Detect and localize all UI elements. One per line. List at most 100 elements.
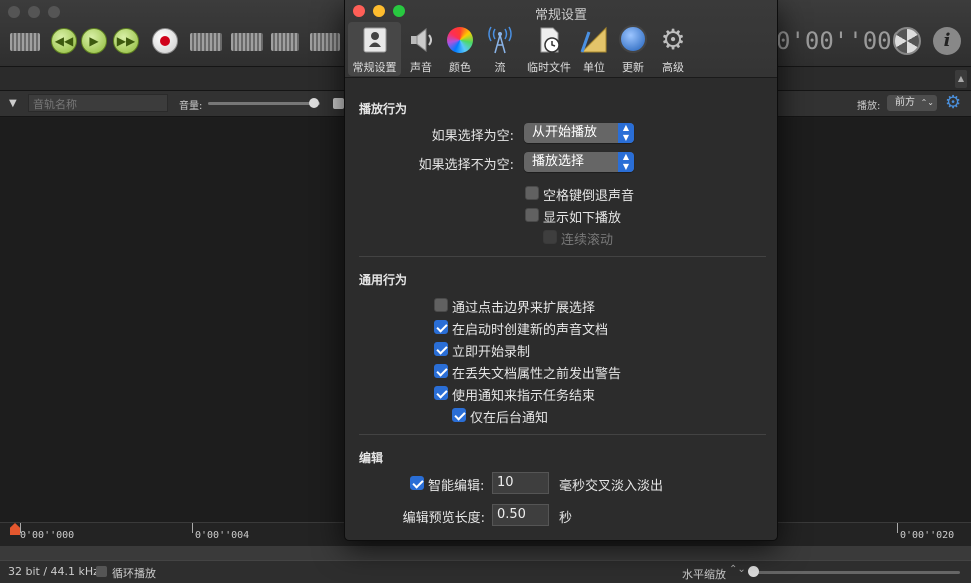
space-rewind-label: 空格键倒退声音 [543, 189, 635, 204]
close-window-button[interactable] [8, 6, 20, 18]
disclosure-triangle-icon[interactable]: ▼ [9, 98, 17, 109]
empty-selection-value: 从开始播放 [532, 125, 598, 140]
tab-label: 颜色 [449, 61, 471, 74]
tab-label: 高级 [662, 61, 684, 74]
fade-tool-icon[interactable] [271, 33, 299, 51]
record-immediately-label: 立即开始录制 [452, 345, 531, 360]
playback-select[interactable]: 前方 ⌃⌄ [887, 95, 937, 111]
dialog-title: 常规设置 [534, 8, 587, 23]
general-settings-dialog: 常规设置 常规设置 声音 颜色 流 临时文件 单位 更新 ⚙ 高级 播放行为 如… [344, 0, 778, 541]
zoom-window-button[interactable] [48, 6, 60, 18]
smart-edit-ms-input[interactable]: 10 [492, 472, 549, 494]
volume-slider[interactable] [208, 102, 320, 105]
continuous-scroll-checkbox[interactable] [543, 230, 557, 244]
speaker-icon [411, 27, 432, 53]
track-settings-gear-icon[interactable]: ⚙ [945, 92, 961, 113]
tab-units[interactable]: 单位 [577, 22, 611, 76]
document-clock-icon [540, 27, 560, 53]
show-playback-checkbox[interactable] [525, 208, 539, 222]
color-wheel-icon [447, 27, 473, 53]
ruler-tick [897, 523, 898, 533]
minimize-window-button[interactable] [28, 6, 40, 18]
popup-arrows-icon: ▲ ▼ [618, 152, 634, 172]
empty-selection-label: 如果选择为空: [431, 129, 514, 144]
record-immediately-checkbox[interactable] [434, 342, 448, 356]
smart-edit-label: 智能编辑: [428, 479, 485, 494]
notify-task-end-checkbox[interactable] [434, 386, 448, 400]
marker-tool-icon[interactable] [310, 33, 340, 51]
preview-length-unit: 秒 [559, 511, 573, 526]
playback-value: 前方 [895, 97, 915, 108]
extend-selection-checkbox[interactable] [434, 298, 448, 312]
radiation-icon[interactable] [893, 27, 921, 55]
tab-label: 更新 [622, 61, 644, 74]
warn-lost-props-checkbox[interactable] [434, 364, 448, 378]
notify-task-end-label: 使用通知来指示任务结束 [452, 389, 596, 404]
horizontal-zoom-slider[interactable] [750, 571, 960, 574]
dialog-toolbar: 常规设置 常规设置 声音 颜色 流 临时文件 单位 更新 ⚙ 高级 [345, 0, 777, 78]
tab-label: 临时文件 [527, 61, 571, 74]
smart-edit-checkbox[interactable] [410, 476, 424, 490]
rewind-button[interactable]: ◀◀ [51, 28, 77, 54]
section-playback-title: 播放行为 [359, 102, 408, 116]
smart-edit-unit: 毫秒交叉淡入淡出 [559, 479, 664, 494]
section-editing-title: 编辑 [359, 451, 384, 465]
ruler-tick [192, 523, 193, 533]
waveform-tool-icon[interactable] [190, 33, 222, 51]
popup-arrows-icon: ▲ ▼ [618, 123, 634, 143]
tab-sound[interactable]: 声音 [404, 22, 438, 76]
light-switch-icon [363, 27, 386, 53]
scroll-up-icon[interactable]: ▲ [955, 70, 967, 88]
horizontal-zoom-label: 水平缩放 [682, 568, 726, 581]
tab-label: 流 [494, 61, 506, 74]
zoom-slider-knob[interactable] [748, 566, 759, 577]
new-doc-on-launch-checkbox[interactable] [434, 320, 448, 334]
selection-tool-icon[interactable] [231, 33, 263, 51]
fast-forward-button[interactable]: ▶▶ [113, 28, 139, 54]
globe-update-icon [619, 25, 647, 53]
tab-general[interactable]: 常规设置 [348, 22, 401, 76]
fast-forward-icon: ▶▶ [116, 34, 136, 48]
broadcast-tower-icon [488, 26, 512, 54]
loop-label: 循环播放 [112, 567, 156, 580]
tab-label: 单位 [583, 61, 605, 74]
show-playback-label: 显示如下播放 [543, 211, 622, 226]
continuous-scroll-label: 连续滚动 [561, 233, 614, 248]
tab-label: 常规设置 [352, 61, 397, 74]
ruler-triangle-icon [580, 26, 607, 53]
toolbar-list-icon[interactable] [10, 33, 40, 51]
rewind-icon: ◀◀ [54, 34, 74, 48]
nonempty-selection-label: 如果选择不为空: [418, 158, 514, 173]
section-general-title: 通用行为 [359, 273, 408, 287]
info-icon[interactable]: i [933, 27, 961, 55]
notify-background-only-checkbox[interactable] [452, 408, 466, 422]
loop-checkbox[interactable] [96, 566, 107, 577]
popup-arrows-icon: ⌃⌄ [920, 98, 934, 107]
track-enable-checkbox[interactable] [333, 98, 344, 109]
play-button[interactable]: ▶ [81, 28, 107, 54]
ruler-label: 0'00''000 [20, 530, 75, 541]
preview-length-label: 编辑预览长度: [402, 511, 485, 526]
tab-stream[interactable]: 流 [483, 22, 517, 76]
preview-length-input[interactable]: 0.50 [492, 504, 549, 526]
volume-label: 音量: [179, 101, 203, 112]
tab-advanced[interactable]: ⚙ 高级 [656, 22, 690, 76]
tab-temp-files[interactable]: 临时文件 [521, 22, 577, 76]
warn-lost-props-label: 在丢失文档属性之前发出警告 [452, 367, 622, 382]
tab-label: 声音 [410, 61, 432, 74]
playback-label: 播放: [857, 101, 881, 112]
extend-selection-label: 通过点击边界来扩展选择 [452, 301, 596, 316]
track-name-input[interactable]: 音轨名称 [28, 94, 168, 112]
tab-update[interactable]: 更新 [616, 22, 650, 76]
play-icon: ▶ [89, 34, 99, 48]
tab-color[interactable]: 颜色 [443, 22, 477, 76]
horizontal-scrollbar[interactable] [0, 546, 971, 560]
section-divider [359, 434, 766, 435]
popup-arrows-icon[interactable]: ⌃⌄ [729, 564, 746, 575]
nonempty-selection-select[interactable]: 播放选择 ▲ ▼ [524, 152, 634, 172]
empty-selection-select[interactable]: 从开始播放 ▲ ▼ [524, 123, 634, 143]
nonempty-selection-value: 播放选择 [532, 154, 585, 169]
ruler-label: 0'00''020 [900, 530, 955, 541]
record-button[interactable] [152, 28, 178, 54]
space-rewind-checkbox[interactable] [525, 186, 539, 200]
